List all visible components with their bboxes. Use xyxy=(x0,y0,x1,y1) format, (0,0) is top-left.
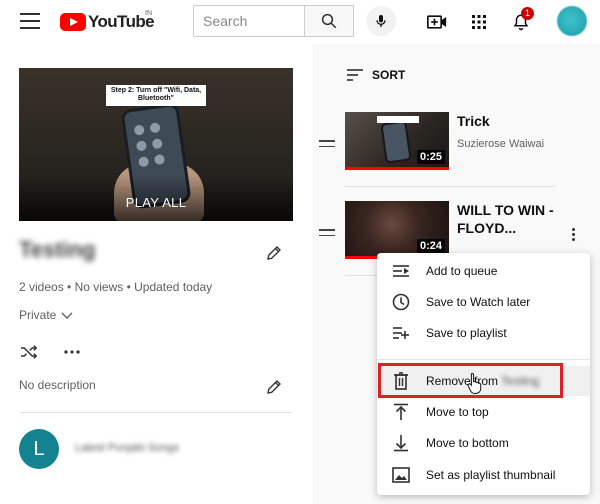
play-all-button[interactable]: PLAY ALL xyxy=(19,175,293,221)
more-options-button[interactable] xyxy=(60,342,84,362)
menu-item-label: Save to playlist xyxy=(426,326,507,340)
video-duration: 0:24 xyxy=(416,239,445,253)
video-channel[interactable]: Suzierose Waiwai xyxy=(457,138,544,150)
menu-divider xyxy=(377,359,590,360)
menu-item-add-to-queue[interactable]: Add to queue xyxy=(377,256,590,286)
search-button[interactable] xyxy=(304,5,354,37)
menu-item-label: Move to bottom xyxy=(426,436,509,450)
privacy-dropdown[interactable]: Private xyxy=(19,308,74,322)
clock-icon xyxy=(391,292,411,312)
pencil-icon xyxy=(267,380,281,394)
playlist-header-panel: Step 2: Turn off "Wifi, Data, Bluetooth"… xyxy=(0,44,313,504)
row-divider xyxy=(345,186,555,187)
shuffle-button[interactable] xyxy=(17,342,41,362)
move-bottom-icon xyxy=(391,433,411,453)
owner-name[interactable]: Latest Punjabi Songs xyxy=(75,442,179,454)
notifications-button[interactable]: 1 xyxy=(509,7,534,34)
menu-item-label: Add to queue xyxy=(426,264,498,278)
shuffle-icon xyxy=(21,345,38,359)
playlist-description: No description xyxy=(19,378,96,392)
menu-item-move-to-top[interactable]: Move to top xyxy=(377,397,590,427)
account-avatar[interactable] xyxy=(557,6,587,36)
edit-description-button[interactable] xyxy=(263,376,285,398)
playlist-add-icon xyxy=(391,323,411,343)
sort-icon xyxy=(347,69,363,81)
privacy-label: Private xyxy=(19,308,57,322)
sort-button[interactable]: SORT xyxy=(346,68,405,82)
drag-handle-icon[interactable] xyxy=(319,140,335,148)
playlist-stats: 2 videos • No views • Updated today xyxy=(19,280,213,294)
menu-item-label: Save to Watch later xyxy=(426,295,531,309)
edit-title-button[interactable] xyxy=(263,242,285,264)
watch-progress-bar xyxy=(345,167,449,170)
video-action-menu-icon[interactable] xyxy=(565,223,581,245)
video-thumbnail[interactable]: 0:24 xyxy=(345,201,449,259)
search-icon xyxy=(321,13,337,29)
youtube-play-icon xyxy=(60,13,86,31)
voice-search-button[interactable] xyxy=(366,6,396,36)
owner-avatar[interactable]: L xyxy=(19,429,59,469)
menu-item-move-to-bottom[interactable]: Move to bottom xyxy=(377,428,590,458)
create-video-icon xyxy=(427,15,447,29)
menu-hamburger-icon[interactable] xyxy=(20,13,40,29)
apps-button[interactable] xyxy=(467,10,491,34)
hand-cursor-icon xyxy=(467,372,482,394)
apps-grid-icon xyxy=(472,15,486,29)
queue-icon xyxy=(391,261,411,281)
move-top-icon xyxy=(391,402,411,422)
youtube-logo[interactable]: YouTube IN xyxy=(60,10,155,34)
sort-label: SORT xyxy=(372,68,406,82)
search-input[interactable] xyxy=(203,13,295,29)
playlist-thumbnail[interactable]: Step 2: Turn off "Wifi, Data, Bluetooth"… xyxy=(19,68,293,221)
menu-item-watch-later[interactable]: Save to Watch later xyxy=(377,287,590,317)
notification-badge: 1 xyxy=(521,7,534,20)
playlist-video-row: 0:25 Trick Suzierose Waiwai xyxy=(313,112,600,184)
logo-region: IN xyxy=(145,10,152,17)
menu-item-set-thumbnail[interactable]: Set as playlist thumbnail xyxy=(377,460,590,490)
top-bar: YouTube IN Search 1 xyxy=(0,0,600,44)
video-thumbnail[interactable]: 0:25 xyxy=(345,112,449,170)
drag-handle-icon[interactable] xyxy=(319,229,335,237)
menu-item-save-to-playlist[interactable]: Save to playlist xyxy=(377,318,590,348)
menu-item-label: Move to top xyxy=(426,405,489,419)
create-video-button[interactable] xyxy=(425,10,449,34)
search-box[interactable] xyxy=(193,5,304,37)
pencil-icon xyxy=(267,246,281,260)
video-duration: 0:25 xyxy=(416,150,445,164)
video-title[interactable]: Trick xyxy=(457,112,555,130)
thumbnail-caption: Step 2: Turn off "Wifi, Data, Bluetooth" xyxy=(106,85,206,106)
microphone-icon xyxy=(376,15,386,27)
video-title[interactable]: WILL TO WIN - FLOYD... xyxy=(457,201,555,237)
playlist-title: Testing xyxy=(19,237,96,262)
section-divider xyxy=(19,412,293,413)
chevron-down-icon xyxy=(61,312,73,319)
more-horizontal-icon xyxy=(64,350,80,354)
video-context-menu: Add to queue Save to Watch later Save to… xyxy=(377,253,590,495)
image-icon xyxy=(391,465,411,485)
menu-item-label: Set as playlist thumbnail xyxy=(426,468,556,482)
